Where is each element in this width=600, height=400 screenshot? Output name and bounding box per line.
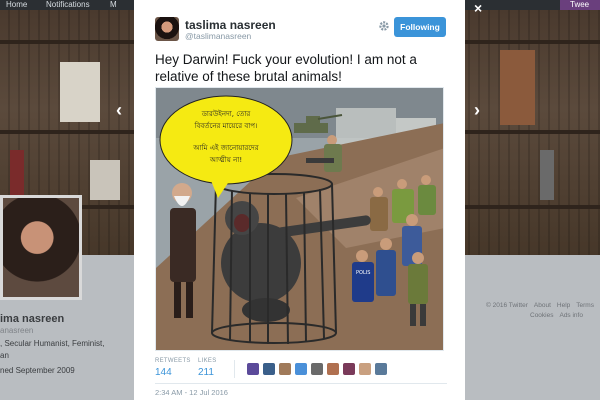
- book: [540, 150, 554, 200]
- liker-avatar[interactable]: [247, 363, 259, 375]
- chevron-left-icon[interactable]: ‹: [116, 100, 122, 121]
- liker-avatar[interactable]: [359, 363, 371, 375]
- tweet-stats: RETWEETS 144 LIKES 211: [155, 358, 447, 380]
- profile-avatar[interactable]: [0, 195, 82, 300]
- profile-name: ima nasreen: [0, 313, 65, 325]
- liker-avatar[interactable]: [279, 363, 291, 375]
- speech-line: আত্মীয় না!: [209, 155, 242, 164]
- tweet-timestamp[interactable]: 2:34 AM - 12 Jul 2016: [155, 388, 228, 397]
- following-button[interactable]: Following: [394, 17, 446, 37]
- chevron-right-icon[interactable]: ›: [474, 100, 480, 121]
- author-avatar[interactable]: [155, 17, 179, 41]
- footer-link-about[interactable]: About: [534, 302, 551, 309]
- footer-link-help[interactable]: Help: [557, 302, 570, 309]
- author-handle[interactable]: @taslimanasreen: [185, 31, 251, 41]
- footer-link-terms[interactable]: Terms: [576, 302, 594, 309]
- speech-line: বিবর্তনের মায়েরে বাপ।: [193, 122, 257, 130]
- profile-bio-line: , Secular Humanist, Feminist,: [0, 339, 105, 348]
- profile-handle: anasreen: [0, 326, 34, 335]
- book: [500, 50, 535, 125]
- tweet-image[interactable]: POLIS ডারউইনদা, তোর বিবর্তনের মায়েরে বা…: [155, 87, 444, 351]
- liker-avatar[interactable]: [375, 363, 387, 375]
- nav-tweet-button[interactable]: Twee: [560, 0, 600, 10]
- tweet-text: Hey Darwin! Fuck your evolution! I am no…: [155, 52, 417, 84]
- police-label: POLIS: [356, 270, 370, 276]
- liker-avatar[interactable]: [295, 363, 307, 375]
- liker-avatar[interactable]: [343, 363, 355, 375]
- speech-line: ডারউইনদা, তোর: [201, 109, 251, 118]
- retweets-count[interactable]: 144: [155, 367, 172, 378]
- liker-avatar[interactable]: [263, 363, 275, 375]
- tweet-modal: taslima nasreen @taslimanasreen Followin…: [134, 0, 465, 400]
- retweets-label: RETWEETS: [155, 358, 191, 364]
- close-icon[interactable]: ×: [474, 0, 482, 16]
- footer-copyright: © 2016 Twitter: [486, 302, 528, 309]
- gear-icon[interactable]: [378, 20, 390, 32]
- footer-link-ads-info[interactable]: Ads info: [559, 312, 583, 319]
- book: [90, 160, 120, 200]
- profile-joined-date: ned September 2009: [0, 366, 75, 375]
- tweet-divider: [155, 383, 447, 384]
- nav-home[interactable]: Home: [6, 0, 27, 10]
- nav-notifications[interactable]: Notifications: [46, 0, 90, 10]
- nav-messages[interactable]: M: [110, 0, 117, 10]
- profile-bio-line: an: [0, 351, 9, 360]
- liker-avatar[interactable]: [327, 363, 339, 375]
- liker-avatar[interactable]: [311, 363, 323, 375]
- author-name[interactable]: taslima nasreen: [185, 18, 276, 32]
- footer-links: © 2016 Twitter About Help Terms Cookies Ads …: [486, 301, 600, 321]
- stats-divider: [234, 360, 235, 378]
- book: [10, 150, 24, 200]
- speech-line: আমি এই জানোয়ারদের: [192, 144, 258, 152]
- likes-label: LIKES: [198, 358, 217, 364]
- likes-count[interactable]: 211: [198, 367, 214, 378]
- book-cover: [60, 62, 100, 122]
- footer-link-cookies[interactable]: Cookies: [530, 312, 553, 319]
